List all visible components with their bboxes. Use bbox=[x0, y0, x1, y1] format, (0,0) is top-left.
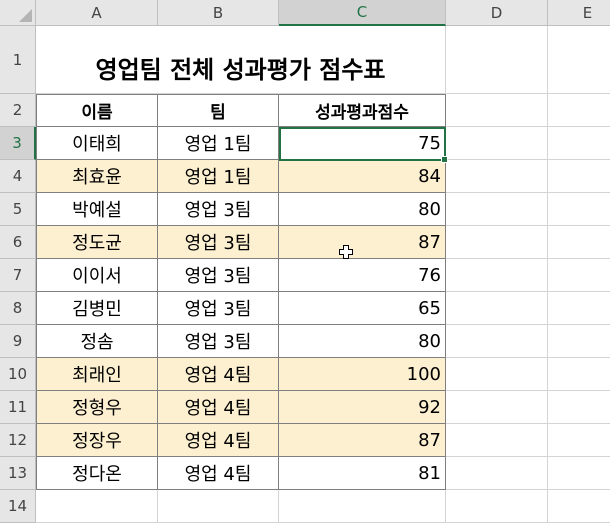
table-cell-name[interactable]: 정형우 bbox=[36, 391, 158, 424]
table-cell-name[interactable]: 김병민 bbox=[36, 292, 158, 325]
table-cell-score[interactable]: 81 bbox=[279, 457, 446, 490]
table-cell-team[interactable]: 영업 3팀 bbox=[158, 193, 279, 226]
table-cell-score[interactable]: 65 bbox=[279, 292, 446, 325]
table-cell-name[interactable]: 박예설 bbox=[36, 193, 158, 226]
table-cell-score[interactable]: 100 bbox=[279, 358, 446, 391]
table-cell-team[interactable]: 영업 1팀 bbox=[158, 127, 279, 160]
column-header-d[interactable]: D bbox=[446, 0, 548, 26]
header-name[interactable]: 이름 bbox=[36, 94, 158, 127]
cell-b14[interactable] bbox=[158, 490, 279, 523]
row-header-2[interactable]: 2 bbox=[0, 94, 36, 127]
table-cell-name[interactable]: 정솜 bbox=[36, 325, 158, 358]
column-header-a[interactable]: A bbox=[36, 0, 158, 26]
spreadsheet-grid: A B C D E 1 2 3 4 5 6 7 8 9 10 11 12 13 … bbox=[0, 0, 610, 523]
cell-e3[interactable] bbox=[548, 127, 610, 160]
cell-e13[interactable] bbox=[548, 457, 610, 490]
row-header-6[interactable]: 6 bbox=[0, 226, 36, 259]
cell-e14[interactable] bbox=[548, 490, 610, 523]
select-all-corner[interactable] bbox=[0, 0, 36, 26]
column-header-b[interactable]: B bbox=[158, 0, 279, 26]
cell-d7[interactable] bbox=[446, 259, 548, 292]
cell-e12[interactable] bbox=[548, 424, 610, 457]
cell-e4[interactable] bbox=[548, 160, 610, 193]
header-score[interactable]: 성과평과점수 bbox=[279, 94, 446, 127]
cell-d8[interactable] bbox=[446, 292, 548, 325]
row-header-5[interactable]: 5 bbox=[0, 193, 36, 226]
column-header-c[interactable]: C bbox=[279, 0, 446, 26]
row-header-11[interactable]: 11 bbox=[0, 391, 36, 424]
cell-e9[interactable] bbox=[548, 325, 610, 358]
table-cell-score[interactable]: 84 bbox=[279, 160, 446, 193]
row-header-14[interactable]: 14 bbox=[0, 490, 36, 523]
cell-d2[interactable] bbox=[446, 94, 548, 127]
cell-d1[interactable] bbox=[446, 26, 548, 94]
table-cell-name[interactable]: 최래인 bbox=[36, 358, 158, 391]
table-cell-score[interactable]: 80 bbox=[279, 325, 446, 358]
row-header-10[interactable]: 10 bbox=[0, 358, 36, 391]
table-cell-score[interactable]: 75 bbox=[279, 127, 446, 160]
table-cell-score[interactable]: 87 bbox=[279, 226, 446, 259]
table-cell-team[interactable]: 영업 3팀 bbox=[158, 226, 279, 259]
table-cell-team[interactable]: 영업 4팀 bbox=[158, 457, 279, 490]
table-cell-team[interactable]: 영업 1팀 bbox=[158, 160, 279, 193]
table-cell-team[interactable]: 영업 3팀 bbox=[158, 259, 279, 292]
cell-a14[interactable] bbox=[36, 490, 158, 523]
fill-handle[interactable] bbox=[441, 156, 448, 163]
table-cell-name[interactable]: 이이서 bbox=[36, 259, 158, 292]
table-cell-team[interactable]: 영업 3팀 bbox=[158, 325, 279, 358]
table-cell-team[interactable]: 영업 4팀 bbox=[158, 358, 279, 391]
cell-e5[interactable] bbox=[548, 193, 610, 226]
sheet-title[interactable]: 영업팀 전체 성과평가 점수표 bbox=[36, 26, 446, 94]
table-cell-name[interactable]: 이태희 bbox=[36, 127, 158, 160]
cell-d13[interactable] bbox=[446, 457, 548, 490]
table-cell-score[interactable]: 76 bbox=[279, 259, 446, 292]
cell-e8[interactable] bbox=[548, 292, 610, 325]
plus-cursor-icon bbox=[339, 245, 353, 259]
cell-d9[interactable] bbox=[446, 325, 548, 358]
table-cell-name[interactable]: 최효윤 bbox=[36, 160, 158, 193]
cell-e7[interactable] bbox=[548, 259, 610, 292]
cell-d5[interactable] bbox=[446, 193, 548, 226]
column-header-e[interactable]: E bbox=[548, 0, 610, 26]
table-cell-name[interactable]: 정다온 bbox=[36, 457, 158, 490]
cell-e2[interactable] bbox=[548, 94, 610, 127]
table-cell-team[interactable]: 영업 4팀 bbox=[158, 424, 279, 457]
cell-d10[interactable] bbox=[446, 358, 548, 391]
row-header-13[interactable]: 13 bbox=[0, 457, 36, 490]
table-cell-name[interactable]: 정도균 bbox=[36, 226, 158, 259]
table-cell-team[interactable]: 영업 4팀 bbox=[158, 391, 279, 424]
cell-d4[interactable] bbox=[446, 160, 548, 193]
cell-e10[interactable] bbox=[548, 358, 610, 391]
cell-e11[interactable] bbox=[548, 391, 610, 424]
cell-c14[interactable] bbox=[279, 490, 446, 523]
cell-e1[interactable] bbox=[548, 26, 610, 94]
cell-d6[interactable] bbox=[446, 226, 548, 259]
table-cell-team[interactable]: 영업 3팀 bbox=[158, 292, 279, 325]
table-cell-score[interactable]: 80 bbox=[279, 193, 446, 226]
table-cell-name[interactable]: 정장우 bbox=[36, 424, 158, 457]
row-header-4[interactable]: 4 bbox=[0, 160, 36, 193]
cell-d11[interactable] bbox=[446, 391, 548, 424]
row-header-1[interactable]: 1 bbox=[0, 26, 36, 94]
table-cell-score[interactable]: 92 bbox=[279, 391, 446, 424]
table-cell-score[interactable]: 87 bbox=[279, 424, 446, 457]
cell-e6[interactable] bbox=[548, 226, 610, 259]
select-all-triangle-icon bbox=[19, 9, 32, 22]
row-header-3[interactable]: 3 bbox=[0, 127, 36, 160]
cell-d3[interactable] bbox=[446, 127, 548, 160]
row-header-12[interactable]: 12 bbox=[0, 424, 36, 457]
row-header-8[interactable]: 8 bbox=[0, 292, 36, 325]
row-header-7[interactable]: 7 bbox=[0, 259, 36, 292]
row-header-9[interactable]: 9 bbox=[0, 325, 36, 358]
header-team[interactable]: 팀 bbox=[158, 94, 279, 127]
cell-d14[interactable] bbox=[446, 490, 548, 523]
cell-d12[interactable] bbox=[446, 424, 548, 457]
